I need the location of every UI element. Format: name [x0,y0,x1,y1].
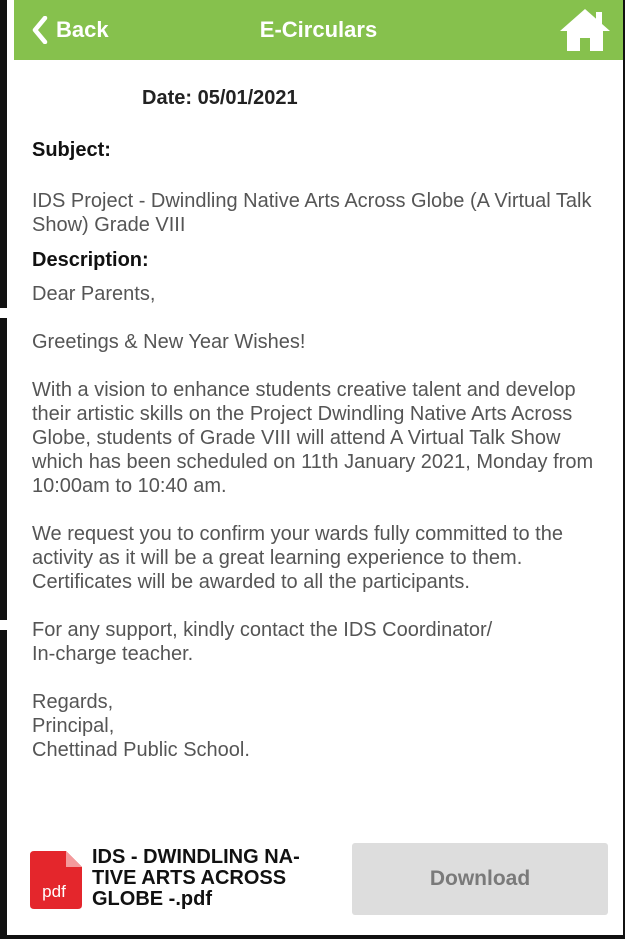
svg-text:pdf: pdf [42,882,66,901]
home-button[interactable] [557,6,613,54]
window-frame-bottom [0,935,625,939]
pdf-file-icon[interactable]: pdf [30,851,82,909]
description-label: Description: [32,249,149,271]
header-bar: Back E-Circulars [14,0,623,60]
circular-content: Date: 05/01/2021 Subject: IDS Project - … [14,87,623,762]
attachment-row: pdf IDS - DWINDLING NA- TIVE ARTS ACROSS… [30,843,610,915]
circular-date: Date: 05/01/2021 [142,87,298,109]
signature-block: Regards, Principal, Chettinad Public Sch… [32,691,250,761]
description-paragraph: For any support, kindly contact the IDS … [32,619,493,665]
download-button[interactable]: Download [352,843,608,915]
subject-label: Subject: [32,139,111,161]
page-title: E-Circulars [259,17,378,42]
description-paragraph: Greetings & New Year Wishes! [32,331,306,353]
back-button[interactable]: Back [32,0,109,60]
attachment-file-name[interactable]: IDS - DWINDLING NA- TIVE ARTS ACROSS GLO… [92,847,352,910]
description-paragraph: With a vision to enhance students creati… [32,379,594,497]
description-paragraph: We request you to confirm your wards ful… [32,523,563,593]
back-label: Back [56,17,109,42]
chevron-left-icon [32,16,48,44]
home-icon [560,9,610,51]
app-screen: Back E-Circulars Date: 05/01/2021 Subjec… [14,0,625,935]
description-paragraph: Dear Parents, [32,283,156,305]
subject-text: IDS Project - Dwindling Native Arts Acro… [32,190,592,236]
